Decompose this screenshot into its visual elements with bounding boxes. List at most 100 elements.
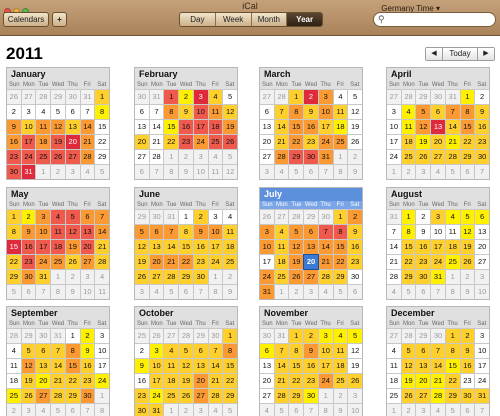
day-cell-other-month[interactable]: 8: [333, 165, 348, 179]
day-cell[interactable]: 14: [431, 359, 445, 373]
day-cell-other-month[interactable]: 30: [36, 329, 51, 343]
day-cell[interactable]: 7: [274, 105, 289, 119]
day-cell[interactable]: 9: [416, 225, 431, 239]
day-cell[interactable]: 9: [179, 105, 193, 119]
day-cell[interactable]: 12: [223, 105, 237, 119]
day-cell[interactable]: 3: [193, 90, 208, 104]
day-cell-other-month[interactable]: 30: [318, 210, 333, 224]
day-cell[interactable]: 18: [401, 135, 416, 149]
day-cell[interactable]: 6: [431, 105, 445, 119]
day-cell[interactable]: 8: [289, 105, 304, 119]
day-cell[interactable]: 15: [289, 359, 304, 373]
day-cell-other-month[interactable]: 5: [445, 165, 460, 179]
day-cell-other-month[interactable]: 6: [21, 285, 36, 299]
day-cell[interactable]: 5: [179, 344, 193, 358]
day-cell[interactable]: 5: [51, 105, 65, 119]
day-cell[interactable]: 7: [318, 225, 333, 239]
day-cell-other-month[interactable]: 2: [401, 404, 416, 416]
next-year-button[interactable]: ▶: [478, 48, 494, 60]
day-cell[interactable]: 13: [193, 359, 208, 373]
day-cell[interactable]: 28: [431, 389, 445, 403]
day-cell[interactable]: 18: [387, 374, 401, 388]
day-cell-other-month[interactable]: 1: [318, 389, 333, 403]
day-cell-other-month[interactable]: 27: [387, 329, 401, 343]
day-cell[interactable]: 14: [387, 240, 401, 254]
day-cell-other-month[interactable]: 9: [179, 165, 193, 179]
day-cell[interactable]: 23: [135, 389, 149, 403]
day-cell[interactable]: 3: [208, 210, 223, 224]
day-cell-other-month[interactable]: 2: [401, 165, 416, 179]
day-cell-other-month[interactable]: 5: [223, 150, 237, 164]
day-cell[interactable]: 30: [7, 165, 21, 179]
day-cell[interactable]: 19: [223, 120, 237, 134]
day-cell[interactable]: 22: [7, 255, 21, 269]
previous-year-button[interactable]: ◀: [426, 48, 442, 60]
day-cell[interactable]: 11: [333, 344, 348, 358]
day-cell[interactable]: 19: [135, 255, 149, 269]
day-cell[interactable]: 14: [95, 225, 109, 239]
day-cell[interactable]: 15: [460, 120, 475, 134]
day-cell-other-month[interactable]: 3: [304, 285, 318, 299]
day-cell-other-month[interactable]: 11: [95, 285, 109, 299]
day-cell[interactable]: 21: [51, 374, 65, 388]
day-cell[interactable]: 20: [260, 135, 274, 149]
day-cell[interactable]: 17: [36, 240, 51, 254]
day-cell[interactable]: 9: [304, 105, 318, 119]
day-cell[interactable]: 12: [21, 359, 36, 373]
day-cell[interactable]: 4: [208, 90, 223, 104]
day-cell[interactable]: 22: [445, 374, 460, 388]
day-cell[interactable]: 30: [193, 270, 208, 284]
day-cell[interactable]: 5: [460, 210, 475, 224]
day-cell[interactable]: 8: [460, 105, 475, 119]
day-cell-other-month[interactable]: 3: [416, 404, 431, 416]
day-cell[interactable]: 7: [208, 344, 223, 358]
day-cell[interactable]: 16: [80, 359, 95, 373]
day-cell[interactable]: 5: [135, 225, 149, 239]
day-cell-other-month[interactable]: 2: [7, 404, 21, 416]
day-cell[interactable]: 3: [21, 105, 36, 119]
day-cell[interactable]: 13: [475, 225, 489, 239]
day-cell-other-month[interactable]: 5: [223, 404, 237, 416]
day-cell-other-month[interactable]: 7: [193, 285, 208, 299]
day-cell[interactable]: 6: [475, 210, 489, 224]
day-cell[interactable]: 3: [318, 329, 333, 343]
day-cell[interactable]: 26: [51, 150, 65, 164]
day-cell[interactable]: 22: [65, 374, 80, 388]
day-cell-other-month[interactable]: 28: [7, 329, 21, 343]
day-cell[interactable]: 13: [80, 225, 95, 239]
day-cell[interactable]: 23: [7, 150, 21, 164]
day-cell[interactable]: 6: [260, 105, 274, 119]
day-cell[interactable]: 1: [445, 329, 460, 343]
day-cell[interactable]: 17: [193, 120, 208, 134]
day-cell[interactable]: 11: [51, 225, 65, 239]
day-cell[interactable]: 9: [80, 344, 95, 358]
day-cell[interactable]: 7: [274, 344, 289, 358]
day-cell[interactable]: 22: [333, 255, 348, 269]
day-cell-other-month[interactable]: 7: [304, 404, 318, 416]
day-cell[interactable]: 13: [149, 240, 164, 254]
day-cell[interactable]: 15: [401, 240, 416, 254]
day-cell[interactable]: 1: [179, 210, 193, 224]
day-cell[interactable]: 9: [460, 344, 475, 358]
day-cell[interactable]: 20: [36, 374, 51, 388]
day-cell[interactable]: 4: [445, 210, 460, 224]
day-cell[interactable]: 2: [416, 210, 431, 224]
day-cell[interactable]: 15: [223, 359, 237, 373]
day-cell[interactable]: 1: [289, 329, 304, 343]
day-cell[interactable]: 28: [318, 270, 333, 284]
day-cell-other-month[interactable]: 5: [401, 285, 416, 299]
day-cell[interactable]: 18: [51, 240, 65, 254]
day-cell[interactable]: 12: [51, 120, 65, 134]
day-cell[interactable]: 19: [348, 120, 362, 134]
day-cell[interactable]: 10: [149, 359, 164, 373]
month-september[interactable]: September Sun Mon Tue Wed Thu Fri Sat 28 29 30 31 1 2…: [6, 306, 110, 416]
day-cell[interactable]: 3: [431, 210, 445, 224]
day-cell[interactable]: 26: [179, 389, 193, 403]
day-cell[interactable]: 3: [475, 329, 489, 343]
day-cell[interactable]: 25: [36, 150, 51, 164]
day-cell[interactable]: 29: [333, 270, 348, 284]
day-cell[interactable]: 10: [318, 105, 333, 119]
day-cell[interactable]: 24: [193, 135, 208, 149]
day-cell-other-month[interactable]: 31: [274, 329, 289, 343]
day-cell[interactable]: 29: [65, 389, 80, 403]
